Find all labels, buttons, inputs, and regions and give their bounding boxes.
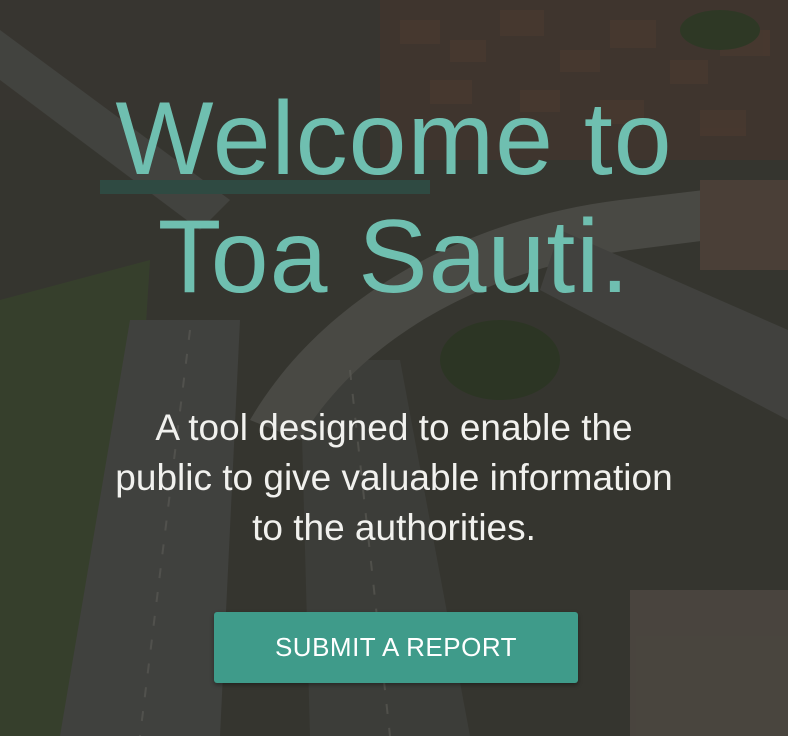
hero-title: Welcome to Toa Sauti. [0, 80, 788, 316]
hero-section: Welcome to Toa Sauti. A tool designed to… [0, 0, 788, 736]
submit-report-button[interactable]: SUBMIT A REPORT [214, 612, 578, 683]
hero-subtitle: A tool designed to enable the public to … [40, 403, 748, 553]
hero-title-line: Welcome to [115, 81, 673, 197]
hero-subtitle-line: A tool designed to enable the [155, 407, 633, 448]
hero-content: Welcome to Toa Sauti. A tool designed to… [0, 0, 788, 736]
hero-title-line: Toa Sauti. [157, 199, 631, 315]
hero-subtitle-line: public to give valuable information [115, 457, 673, 498]
hero-subtitle-line: to the authorities. [252, 507, 536, 548]
